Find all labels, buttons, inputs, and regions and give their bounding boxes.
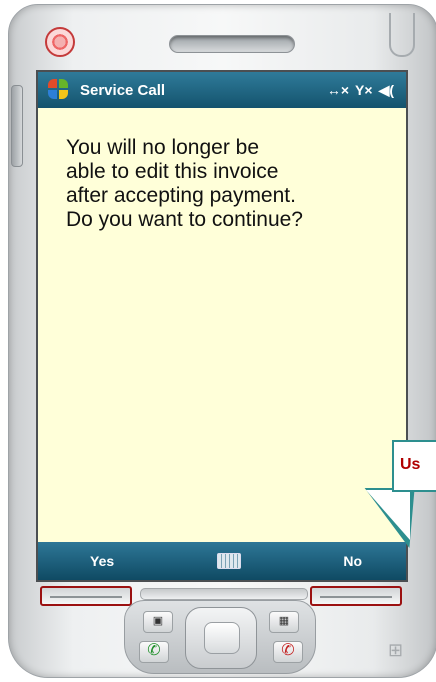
side-button[interactable] — [11, 85, 23, 167]
signal-icon[interactable]: Y× — [355, 82, 373, 99]
speaker-grille — [169, 35, 295, 53]
directional-pad[interactable] — [185, 607, 257, 669]
right-hardware-softkey[interactable] — [310, 586, 402, 606]
no-softkey[interactable]: No — [343, 553, 362, 569]
windows-logo-icon: ⊞ — [388, 640, 404, 660]
sync-icon[interactable]: ↔× — [327, 82, 349, 99]
phone-end-icon[interactable]: ✆ — [273, 641, 303, 663]
phone-call-icon[interactable]: ✆ — [139, 641, 169, 663]
dpad-select-button[interactable] — [204, 622, 240, 654]
volume-icon[interactable]: ◀( — [379, 82, 394, 99]
center-hardware-strip — [140, 588, 308, 600]
left-hardware-softkey[interactable] — [40, 586, 132, 606]
title-bar: Service Call ↔× Y× ◀( — [38, 72, 406, 108]
windows-start-icon[interactable] — [48, 79, 70, 101]
app-title: Service Call — [80, 81, 166, 99]
callout-text: Us — [400, 456, 421, 473]
keyboard-icon[interactable] — [216, 553, 241, 569]
yes-softkey[interactable]: Yes — [90, 553, 114, 569]
calendar-button[interactable]: ▦ — [269, 611, 299, 633]
status-icons: ↔× Y× ◀( — [327, 82, 394, 99]
stylus-slot — [389, 13, 415, 57]
power-icon[interactable] — [45, 27, 75, 57]
callout-pointer-fill — [360, 490, 410, 540]
navigation-cluster: ▣ ▦ ✆ ✆ — [124, 600, 316, 674]
contacts-button[interactable]: ▣ — [143, 611, 173, 633]
annotation-callout: Us — [392, 440, 436, 492]
dialog-message: You will no longer be able to edit this … — [66, 136, 303, 231]
